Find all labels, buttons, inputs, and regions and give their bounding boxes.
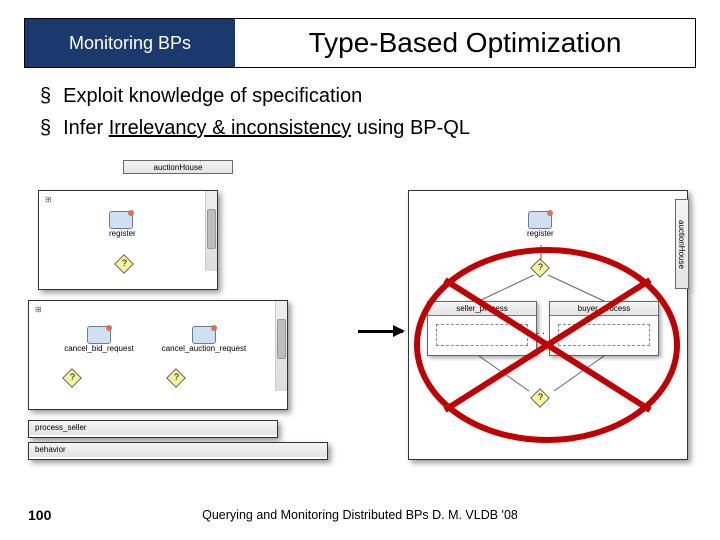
diamond-icon xyxy=(62,368,82,388)
footer-citation: Querying and Monitoring Distributed BPs … xyxy=(202,508,518,522)
cancel-bid-label: cancel_bid_request xyxy=(59,344,139,353)
slide-footer: 100 Querying and Monitoring Distributed … xyxy=(0,508,720,522)
page-number: 100 xyxy=(28,507,51,523)
footer-tab-label: behavior xyxy=(29,443,327,457)
diagram-area: auctionHouse ⊞ register ⊞ cancel_bid_req… xyxy=(28,160,692,480)
right-container: auctionHouse register seller_process buy… xyxy=(408,190,688,460)
left-diagram: auctionHouse ⊞ register ⊞ cancel_bid_req… xyxy=(28,160,358,480)
scrollbar-thumb xyxy=(277,319,286,359)
activity-icon xyxy=(109,211,133,229)
bullet-text-pre: Infer xyxy=(63,117,109,139)
cancel-auction-label: cancel_auction_request xyxy=(154,344,254,353)
buyer-process-box: buyer_process xyxy=(549,301,659,356)
register-node: register xyxy=(527,211,554,238)
bullet-item: Exploit knowledge of specification xyxy=(40,82,690,110)
diamond-icon xyxy=(166,368,186,388)
gateway-node xyxy=(117,257,131,276)
dashed-placeholder xyxy=(558,324,650,346)
scrollbar-thumb xyxy=(207,209,216,249)
left-box-cancel: ⊞ cancel_bid_request cancel_auction_requ… xyxy=(28,300,288,410)
diamond-icon xyxy=(530,258,550,278)
gateway-node xyxy=(533,391,547,410)
footer-tab-label: process_seller xyxy=(29,421,277,435)
slide-title: Type-Based Optimization xyxy=(235,19,695,67)
scrollbar xyxy=(275,301,287,391)
bullet-list: Exploit knowledge of specification Infer… xyxy=(40,82,690,146)
register-label: register xyxy=(527,229,554,238)
activity-icon xyxy=(87,326,111,344)
bullet-item: Infer Irrelevancy & inconsistency using … xyxy=(40,114,690,142)
right-diagram: auctionHouse register seller_process buy… xyxy=(408,190,688,460)
gateway-node xyxy=(169,371,183,390)
cancel-auction-node: cancel_auction_request xyxy=(154,326,254,353)
diamond-icon xyxy=(530,388,550,408)
register-node: register xyxy=(109,211,136,238)
scrollbar xyxy=(205,191,217,271)
bullet-text-post: using BP-QL xyxy=(351,117,470,139)
box-handle: ⊞ xyxy=(35,305,42,314)
auctionhouse-tab: auctionHouse xyxy=(123,160,233,174)
arrow-icon xyxy=(358,330,403,333)
slide-header: Monitoring BPs Type-Based Optimization xyxy=(24,18,696,68)
ellipsis: . . . xyxy=(531,326,545,337)
dashed-placeholder xyxy=(436,324,528,346)
gateway-node xyxy=(533,261,547,280)
box-handle: ⊞ xyxy=(45,195,52,204)
gateway-node xyxy=(65,371,79,390)
activity-icon xyxy=(528,211,552,229)
left-footer-tab: behavior xyxy=(28,442,328,460)
cancel-bid-node: cancel_bid_request xyxy=(59,326,139,353)
auctionhouse-vertical-label: auctionHouse xyxy=(675,199,689,289)
seller-process-box: seller_process xyxy=(427,301,537,356)
left-footer-tab: process_seller xyxy=(28,420,278,438)
activity-icon xyxy=(192,326,216,344)
seller-process-label: seller_process xyxy=(428,302,536,316)
diamond-icon xyxy=(114,254,134,274)
register-label: register xyxy=(109,229,136,238)
buyer-process-label: buyer_process xyxy=(550,302,658,316)
bullet-text: Exploit knowledge of specification xyxy=(63,82,362,110)
context-label: Monitoring BPs xyxy=(25,19,235,67)
bullet-text-underlined: Irrelevancy & inconsistency xyxy=(109,117,351,139)
left-box-register: ⊞ register xyxy=(38,190,218,290)
